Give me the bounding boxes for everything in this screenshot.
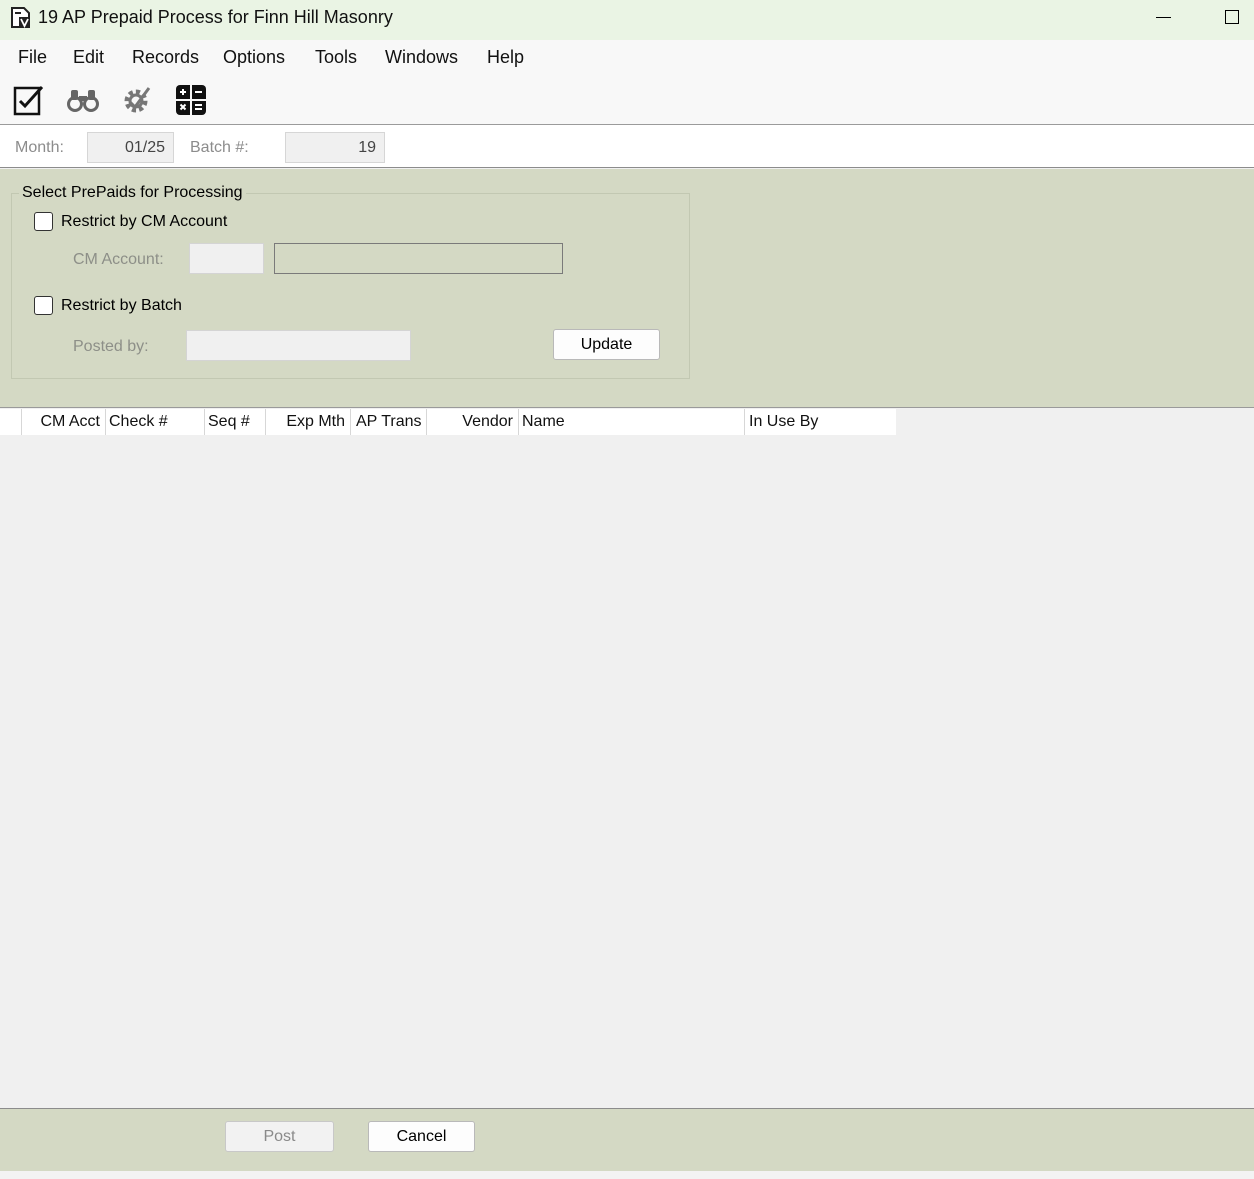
- restrict-batch-label: Restrict by Batch: [61, 297, 182, 314]
- post-button[interactable]: Post: [225, 1121, 334, 1152]
- status-bar: [0, 1171, 1254, 1179]
- batch-label: Batch #:: [190, 139, 249, 156]
- cm-account-name-field: [274, 243, 563, 274]
- menu-help[interactable]: Help: [487, 47, 524, 68]
- window-title: 19 AP Prepaid Process for Finn Hill Maso…: [38, 7, 393, 27]
- month-label: Month:: [15, 139, 64, 156]
- minimize-button[interactable]: [1141, 0, 1185, 34]
- batch-field: 19: [285, 132, 385, 163]
- col-exp-mth[interactable]: Exp Mth: [265, 409, 350, 435]
- menu-edit[interactable]: Edit: [73, 47, 104, 68]
- footer-panel: [0, 1108, 1254, 1171]
- restrict-cm-label: Restrict by CM Account: [61, 213, 228, 230]
- prepaid-grid[interactable]: [0, 409, 1254, 1108]
- menu-file[interactable]: File: [18, 47, 47, 68]
- cm-account-field[interactable]: [189, 243, 264, 274]
- posted-by-label: Posted by:: [73, 338, 149, 355]
- menu-records[interactable]: Records: [132, 47, 199, 68]
- month-field: 01/25: [87, 132, 174, 163]
- menu-tools[interactable]: Tools: [315, 47, 357, 68]
- header-panel: [0, 125, 1254, 168]
- posted-by-field[interactable]: [186, 330, 411, 361]
- maximize-icon: [1225, 10, 1239, 24]
- binoculars-icon[interactable]: [65, 82, 101, 118]
- cm-account-label: CM Account:: [73, 251, 164, 268]
- col-cm-acct[interactable]: CM Acct: [21, 409, 105, 435]
- col-name[interactable]: Name: [518, 409, 744, 435]
- document-v-icon: [10, 6, 32, 30]
- col-seq-num[interactable]: Seq #: [204, 409, 265, 435]
- col-ap-trans[interactable]: AP Trans: [350, 409, 426, 435]
- settings-gear-icon[interactable]: [118, 82, 154, 118]
- edit-checklist-icon[interactable]: [11, 82, 47, 118]
- col-vendor[interactable]: Vendor: [426, 409, 518, 435]
- update-button[interactable]: Update: [553, 329, 660, 360]
- restrict-batch-checkbox[interactable]: [34, 296, 53, 315]
- menu-options[interactable]: Options: [223, 47, 285, 68]
- group-title: Select PrePaids for Processing: [19, 184, 246, 202]
- maximize-button[interactable]: [1210, 0, 1254, 34]
- col-check-num[interactable]: Check #: [105, 409, 204, 435]
- calculator-icon[interactable]: [173, 82, 209, 118]
- restrict-cm-checkbox[interactable]: [34, 212, 53, 231]
- minimize-icon: [1155, 16, 1171, 18]
- col-in-use-by[interactable]: In Use By: [744, 409, 896, 435]
- cancel-button[interactable]: Cancel: [368, 1121, 475, 1152]
- menu-windows[interactable]: Windows: [385, 47, 458, 68]
